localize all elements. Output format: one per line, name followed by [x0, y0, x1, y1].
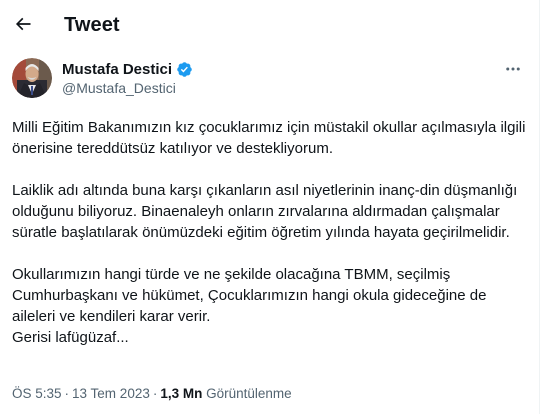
- author-name-text: Mustafa Destici: [62, 61, 173, 78]
- more-options-button[interactable]: [502, 60, 524, 78]
- views-count: 1,3 Mn: [160, 386, 203, 401]
- more-horizontal-icon: [506, 67, 520, 71]
- tweet-paragraph: Milli Eğitim Bakanımızın kız çocuklarımı…: [12, 119, 526, 157]
- verified-badge-icon: [177, 62, 192, 77]
- author-name[interactable]: Mustafa Destici: [62, 61, 193, 78]
- tweet-paragraph: Okullarımızın hangi türde ve ne şekilde …: [12, 266, 487, 346]
- tweet-date: 13 Tem 2023: [72, 386, 150, 401]
- tweet-meta: ÖS 5:35 · 13 Tem 2023 · 1,3 Mn Görüntülenme: [12, 386, 292, 401]
- right-border: [539, 0, 540, 414]
- author-handle[interactable]: @Mustafa_Destici: [62, 80, 176, 96]
- avatar-image: [12, 58, 52, 98]
- tweet-paragraph: Laiklik adı altında buna karşı çıkanları…: [12, 182, 518, 241]
- page-title: Tweet: [64, 14, 120, 36]
- back-button[interactable]: [10, 11, 36, 37]
- tweet-text: Milli Eğitim Bakanımızın kız çocuklarımı…: [12, 117, 527, 348]
- arrow-left-icon: [15, 17, 31, 31]
- meta-separator: ·: [64, 386, 70, 401]
- tweet-time: ÖS 5:35: [12, 386, 62, 401]
- avatar[interactable]: [12, 58, 52, 98]
- tweet-timestamp[interactable]: ÖS 5:35 · 13 Tem 2023: [12, 386, 150, 401]
- page-header: Tweet: [0, 0, 540, 52]
- views-label: Görüntülenme: [206, 386, 292, 401]
- meta-separator: ·: [152, 386, 158, 401]
